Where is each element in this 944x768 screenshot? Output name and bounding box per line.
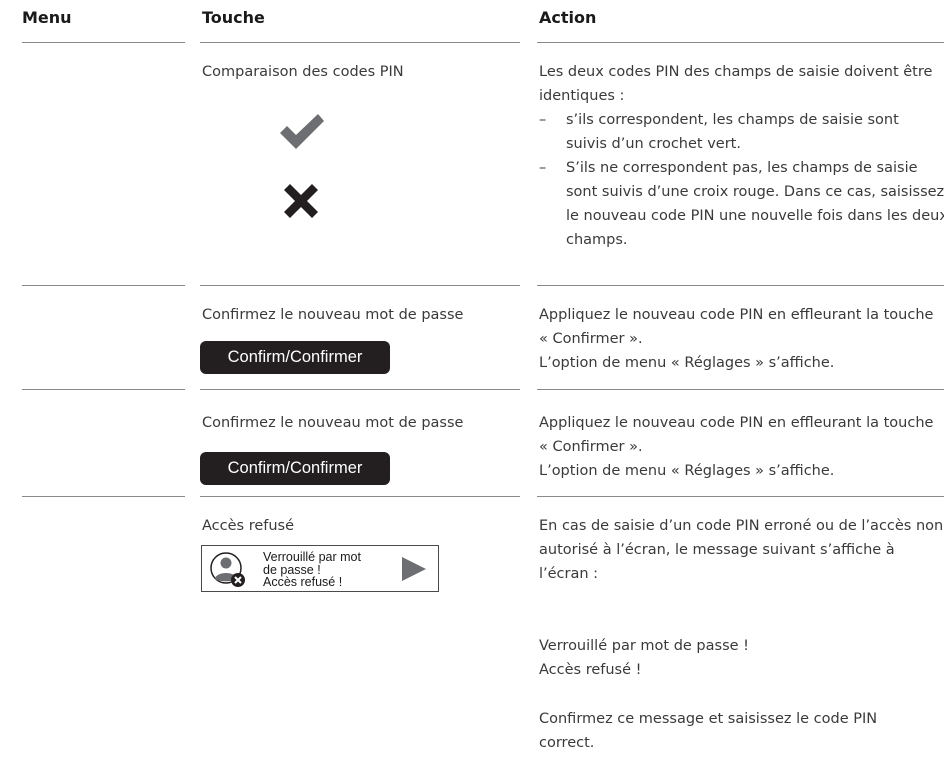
confirm-button[interactable]: Confirm/Confirmer: [200, 341, 390, 374]
action-pin-compare-intro: Les deux codes PIN des champs de saisie …: [539, 64, 933, 104]
action-access-denied-p2: Verrouillé par mot de passe ! Accès refu…: [539, 634, 939, 682]
list-item: s’ils correspondent, les champs de saisi…: [538, 108, 926, 156]
row-rule: [22, 285, 185, 286]
action-confirm-2: Appliquez le nouveau code PIN en effleur…: [539, 411, 939, 483]
header-rule-action: [537, 42, 944, 43]
action-line: Appliquez le nouveau code PIN en effleur…: [539, 307, 934, 347]
user-locked-icon: [210, 552, 245, 587]
row-rule: [537, 285, 944, 286]
access-denied-dialog[interactable]: Verrouillé par mot de passe ! Accès refu…: [201, 545, 439, 592]
row-rule: [22, 496, 185, 497]
row-rule: [22, 389, 185, 390]
action-line: Verrouillé par mot de passe !: [539, 638, 749, 654]
touche-confirm-2: Confirmez le nouveau mot de passe: [202, 415, 464, 431]
play-arrow-icon[interactable]: [401, 556, 427, 582]
header-menu: Menu: [22, 8, 72, 27]
row-rule: [200, 285, 520, 286]
action-access-denied-p3: Confirmez ce message et saisissez le cod…: [539, 711, 878, 751]
action-pin-compare-list: s’ils correspondent, les champs de saisi…: [538, 108, 944, 252]
action-line: Appliquez le nouveau code PIN en effleur…: [539, 415, 934, 455]
action-line: Accès refusé !: [539, 662, 642, 678]
row-rule: [537, 389, 944, 390]
cross-icon: [284, 184, 318, 218]
action-line: L’option de menu « Réglages » s’affiche.: [539, 463, 835, 479]
access-denied-message: Verrouillé par mot de passe ! Accès refu…: [263, 550, 361, 589]
list-item: S’ils ne correspondent pas, les champs d…: [538, 156, 944, 252]
row-rule: [200, 389, 520, 390]
row-rule: [537, 496, 944, 497]
header-touche: Touche: [202, 8, 265, 27]
row-rule: [200, 496, 520, 497]
confirm-button[interactable]: Confirm/Confirmer: [200, 452, 390, 485]
checkmark-icon: [280, 114, 324, 149]
action-line: L’option de menu « Réglages » s’affiche.: [539, 355, 835, 371]
header-rule-touche: [200, 42, 520, 43]
touche-pin-compare: Comparaison des codes PIN: [202, 64, 404, 80]
header-rule-menu: [22, 42, 185, 43]
action-access-denied-p1: En cas de saisie d’un code PIN erroné ou…: [539, 518, 944, 582]
touche-access-denied: Accès refusé: [202, 518, 295, 534]
action-confirm-1: Appliquez le nouveau code PIN en effleur…: [539, 303, 939, 375]
touche-confirm-1: Confirmez le nouveau mot de passe: [202, 307, 464, 323]
header-action: Action: [539, 8, 597, 27]
